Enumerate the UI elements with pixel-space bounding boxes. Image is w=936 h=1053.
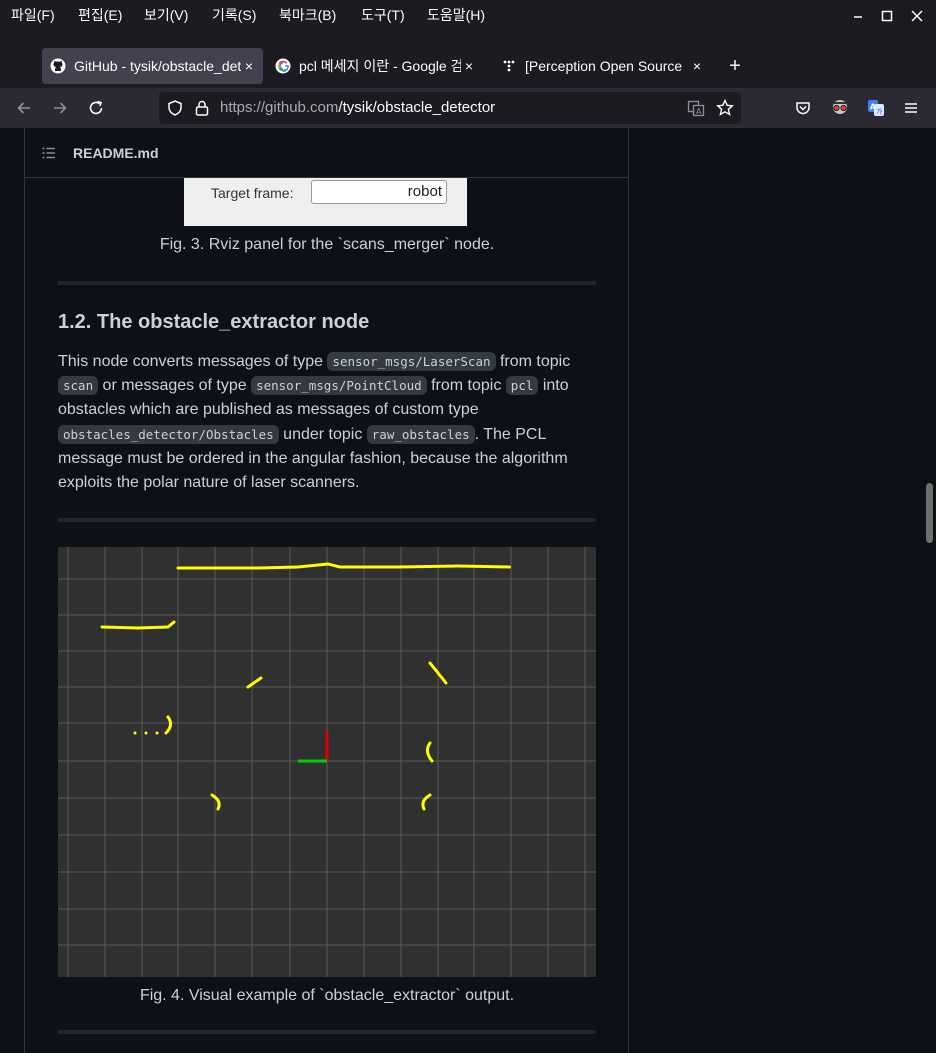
tab-google[interactable]: pcl 메세지 이란 - Google 검색 ×	[267, 48, 483, 84]
tab-title: pcl 메세지 이란 - Google 검색	[299, 58, 461, 74]
divider	[58, 1030, 596, 1034]
tab-close-icon[interactable]: ×	[241, 58, 257, 74]
browser-chrome: 파일(F) 편집(E) 보기(V) 기록(S) 북마크(B) 도구(T) 도움말…	[0, 0, 936, 128]
svg-text:A: A	[696, 107, 702, 116]
fig3-rviz-panel-image: Target frame: robot	[184, 178, 467, 226]
tab-title: GitHub - tysik/obstacle_detector	[74, 58, 241, 74]
hamburger-menu-icon[interactable]	[899, 96, 923, 120]
navigation-toolbar: https://github.com/tysik/obstacle_detect…	[0, 88, 936, 128]
notion-dots-icon	[501, 58, 517, 74]
text-span: from topic	[495, 353, 571, 370]
section-paragraph: This node converts messages of type sens…	[58, 350, 598, 495]
menu-history[interactable]: 기록(S)	[212, 5, 256, 25]
svg-text:가: 가	[876, 107, 883, 116]
pocket-icon[interactable]	[791, 96, 815, 120]
menu-view[interactable]: 보기(V)	[144, 5, 188, 25]
text-span: or messages of type	[98, 377, 252, 395]
back-icon[interactable]	[12, 96, 36, 120]
url-host: https://github.com	[220, 99, 339, 116]
tab-bar: GitHub - tysik/obstacle_detector × pcl 메…	[0, 44, 936, 88]
translate-page-icon[interactable]: A	[687, 99, 705, 122]
text-span: from topic	[426, 377, 506, 395]
fig4-obstacle-extractor-image	[58, 547, 596, 977]
window-close-icon[interactable]	[909, 8, 925, 24]
github-icon	[50, 58, 66, 74]
target-frame-label: Target frame:	[211, 185, 294, 201]
divider	[58, 518, 596, 522]
page-content: README.md Target frame: robot Fig. 3. Rv…	[0, 128, 936, 1053]
readme-container: README.md Target frame: robot Fig. 3. Rv…	[24, 128, 629, 1053]
url-path: /tysik/obstacle_detector	[338, 99, 496, 116]
menu-bar: 파일(F) 편집(E) 보기(V) 기록(S) 북마크(B) 도구(T) 도움말…	[0, 0, 936, 30]
readme-header: README.md	[25, 128, 628, 178]
section-heading: 1.2. The obstacle_extractor node	[58, 311, 370, 333]
forward-icon[interactable]	[48, 96, 72, 120]
translate-extension-icon[interactable]: A가	[864, 96, 888, 120]
tab-close-icon[interactable]: ×	[461, 58, 477, 74]
text-span: under topic	[278, 425, 367, 443]
list-toc-icon[interactable]	[41, 145, 57, 166]
target-frame-field: robot	[311, 180, 447, 204]
tab-close-icon[interactable]: ×	[689, 58, 705, 74]
fig4-caption: Fig. 4. Visual example of `obstacle_extr…	[139, 987, 515, 1004]
shield-icon[interactable]	[166, 99, 184, 122]
inline-code: scan	[58, 376, 99, 396]
menu-help[interactable]: 도움말(H)	[427, 5, 485, 25]
readme-title[interactable]: README.md	[73, 145, 159, 161]
extension-glasses-icon[interactable]	[828, 96, 852, 120]
menu-edit[interactable]: 편집(E)	[78, 5, 122, 25]
tab-github[interactable]: GitHub - tysik/obstacle_detector ×	[42, 48, 263, 84]
reload-icon[interactable]	[84, 96, 108, 120]
rviz-grid-view	[58, 547, 596, 977]
google-icon	[275, 58, 291, 74]
fig3-caption: Fig. 3. Rviz panel for the `scans_merger…	[159, 236, 495, 253]
inline-code: sensor_msgs/LaserScan	[327, 352, 496, 371]
inline-code: sensor_msgs/PointCloud	[251, 376, 427, 396]
menu-file[interactable]: 파일(F)	[11, 5, 55, 25]
tab-perception[interactable]: [Perception Open Source ×	[493, 48, 711, 84]
lock-icon[interactable]	[194, 99, 210, 122]
inline-code: raw_obstacles	[366, 424, 475, 444]
url-text[interactable]: https://github.com/tysik/obstacle_detect…	[220, 99, 495, 116]
menu-tools[interactable]: 도구(T)	[361, 5, 405, 25]
tab-title: [Perception Open Source	[525, 58, 683, 74]
bookmark-star-icon[interactable]	[715, 98, 735, 123]
inline-code: obstacles_detector/Obstacles	[58, 424, 279, 444]
divider	[58, 281, 596, 285]
maximize-icon[interactable]	[879, 8, 895, 24]
minimize-icon[interactable]	[850, 8, 866, 24]
text-span: This node converts messages of type	[58, 353, 328, 370]
page-scrollbar-thumb[interactable]	[926, 483, 933, 543]
inline-code: pcl	[505, 376, 539, 396]
new-tab-button[interactable]: +	[724, 56, 746, 78]
target-frame-value: robot	[407, 183, 442, 200]
menu-bookmarks[interactable]: 북마크(B)	[279, 5, 336, 25]
url-bar[interactable]: https://github.com/tysik/obstacle_detect…	[159, 92, 741, 124]
